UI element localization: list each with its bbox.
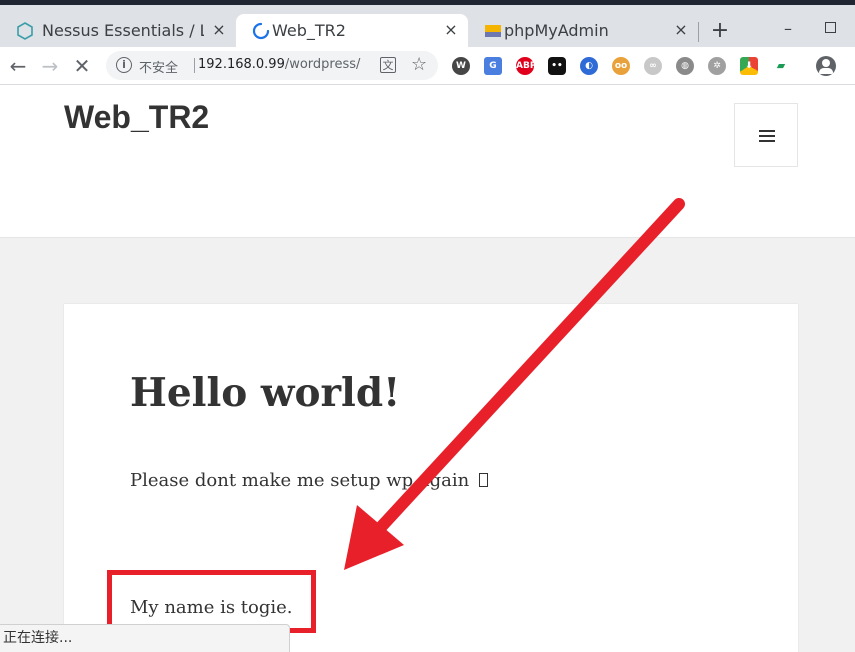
tab-title: phpMyAdmin [504, 21, 609, 40]
post-paragraph-text: Please dont make me setup wp again [130, 470, 470, 491]
back-arrow-icon[interactable]: ← [6, 54, 30, 78]
address-bar[interactable]: i 不安全 192.168.0.99/wordpress/ 文 ☆ [106, 51, 438, 80]
hamburger-icon [759, 130, 775, 132]
tab-separator [698, 22, 699, 42]
new-tab-button[interactable]: + [708, 19, 732, 43]
link-extension-icon[interactable]: ∞ [644, 57, 662, 75]
minimize-button[interactable]: – [784, 19, 792, 38]
profile-avatar-icon[interactable] [816, 56, 836, 76]
nessus-icon [17, 22, 33, 40]
tab-phpmyadmin[interactable]: phpMyAdmin × [468, 14, 698, 47]
tab-web-tr2[interactable]: Web_TR2 × [236, 14, 468, 47]
adblock-plus-extension-icon[interactable]: ABP [516, 57, 536, 75]
forward-arrow-icon[interactable]: → [38, 54, 62, 78]
close-tab-icon[interactable]: × [672, 21, 690, 39]
globe-extension-icon[interactable]: ◍ [676, 57, 694, 75]
browser-toolbar: ← → ✕ i 不安全 192.168.0.99/wordpress/ 文 ☆ … [0, 47, 855, 85]
tab-title: Nessus Essentials / Lo [42, 21, 204, 40]
translate-icon[interactable]: 文 [380, 57, 396, 73]
google-translate-extension-icon[interactable]: G [484, 57, 502, 75]
status-bubble: 正在连接... [0, 624, 290, 652]
security-label: 不安全 [139, 61, 179, 76]
flag-extension-icon[interactable]: ▰ [772, 57, 790, 75]
tampermonkey-extension-icon[interactable]: •• [548, 57, 566, 75]
bookmark-star-icon[interactable]: ☆ [411, 54, 427, 75]
hamburger-icon [759, 135, 775, 137]
firefox-extension-icon[interactable]: ◐ [580, 57, 598, 75]
site-header: Web_TR2 [0, 85, 855, 238]
phpmyadmin-icon [485, 25, 501, 37]
omnibox-divider [194, 58, 195, 73]
owl-extension-icon[interactable]: oo [612, 57, 630, 75]
url-text: 192.168.0.99/wordpress/ [198, 57, 360, 72]
tab-bar: Nessus Essentials / Lo × Web_TR2 × phpMy… [0, 5, 855, 47]
stop-loading-icon[interactable]: ✕ [70, 54, 94, 78]
tab-nessus[interactable]: Nessus Essentials / Lo × [0, 14, 236, 47]
url-host: 192.168.0.99 [198, 57, 285, 72]
url-path: /wordpress/ [284, 57, 361, 72]
menu-toggle-button[interactable] [734, 103, 798, 167]
post-paragraph: Please dont make me setup wp again [130, 470, 489, 491]
wordpress-extension-icon[interactable]: W [452, 57, 470, 75]
loading-spinner-icon [252, 22, 270, 40]
close-tab-icon[interactable]: × [210, 21, 228, 39]
page-viewport: Web_TR2 Hello world! Please dont make me… [0, 85, 855, 652]
maximize-button[interactable] [825, 22, 836, 33]
chrome-extension-icon[interactable]: ⬇ [740, 57, 758, 75]
site-title[interactable]: Web_TR2 [64, 99, 209, 136]
tab-title: Web_TR2 [272, 21, 346, 40]
info-icon[interactable]: i [116, 57, 132, 73]
missing-emoji-icon [479, 473, 489, 487]
close-tab-icon[interactable]: × [442, 21, 460, 39]
gear-extension-icon[interactable]: ✲ [708, 57, 726, 75]
post-title[interactable]: Hello world! [130, 370, 400, 416]
hamburger-icon [759, 140, 775, 142]
